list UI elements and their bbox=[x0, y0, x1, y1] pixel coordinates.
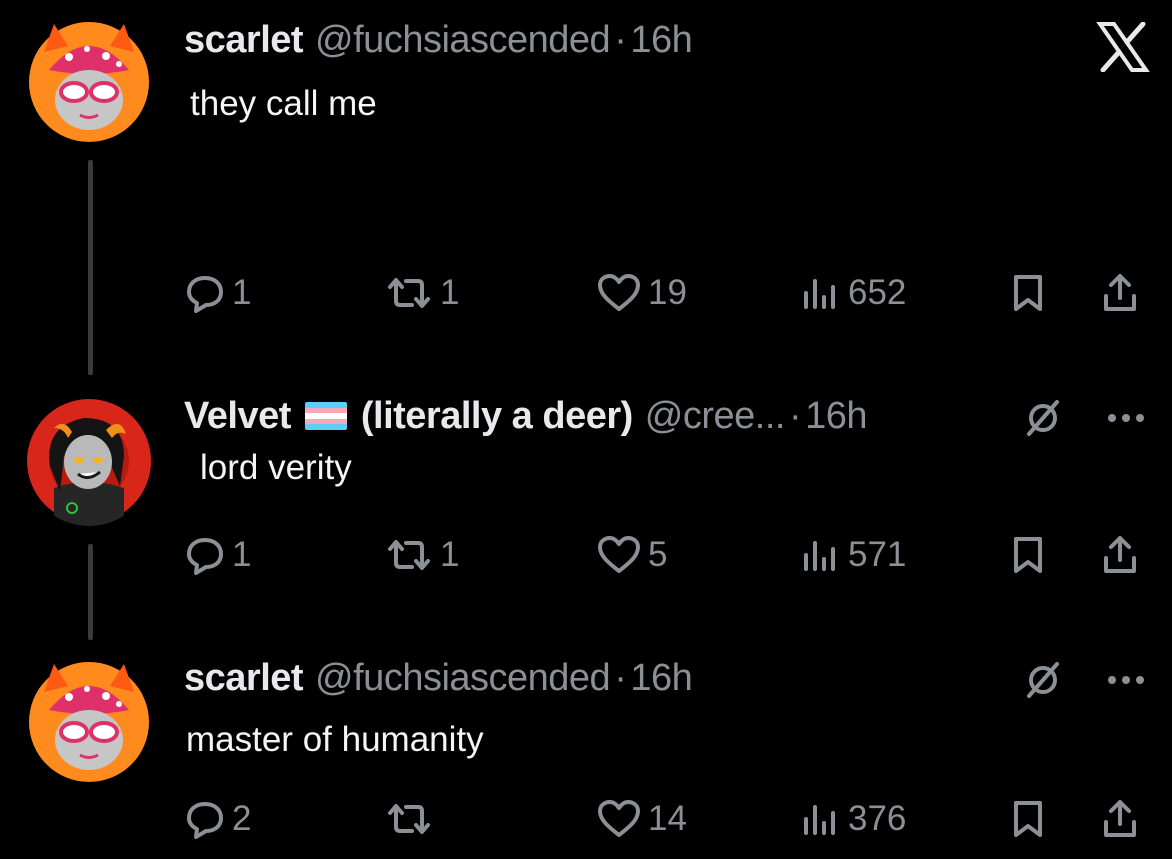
reply-icon bbox=[184, 273, 226, 313]
bookmark-button[interactable] bbox=[1010, 794, 1046, 844]
views-count: 376 bbox=[848, 799, 907, 838]
views-icon bbox=[798, 535, 842, 575]
share-button[interactable] bbox=[1100, 268, 1140, 318]
like-count: 14 bbox=[648, 799, 687, 838]
avatar[interactable] bbox=[24, 12, 154, 142]
like-button[interactable]: 14 bbox=[596, 794, 687, 844]
like-button[interactable]: 19 bbox=[596, 268, 687, 318]
views-button[interactable]: 652 bbox=[798, 268, 906, 318]
repost-count: 1 bbox=[440, 535, 460, 574]
share-icon bbox=[1100, 272, 1140, 314]
bookmark-button[interactable] bbox=[1010, 268, 1046, 318]
bookmark-icon bbox=[1010, 535, 1046, 575]
author-name[interactable]: scarlet bbox=[184, 19, 304, 62]
timestamp[interactable]: 16h bbox=[630, 657, 692, 700]
more-icon[interactable] bbox=[1104, 660, 1148, 700]
timestamp[interactable]: 16h bbox=[805, 395, 867, 438]
author-handle[interactable]: @cree... bbox=[645, 395, 786, 438]
hidden-reply-icon[interactable] bbox=[1016, 398, 1070, 438]
share-icon bbox=[1100, 534, 1140, 576]
repost-icon bbox=[384, 799, 434, 839]
repost-icon bbox=[384, 273, 434, 313]
repost-count: 1 bbox=[440, 273, 460, 312]
reply-button[interactable]: 2 bbox=[184, 794, 251, 844]
avatar[interactable] bbox=[24, 652, 154, 782]
separator-dot: · bbox=[614, 656, 627, 699]
repost-button[interactable]: 1 bbox=[384, 268, 459, 318]
thread-line bbox=[88, 160, 93, 375]
author-name-suffix[interactable]: (literally a deer) bbox=[361, 395, 633, 438]
like-count: 5 bbox=[648, 535, 668, 574]
views-count: 571 bbox=[848, 535, 907, 574]
tweet-1[interactable]: scarlet @fuchsiascended · 16h they call … bbox=[0, 0, 1172, 375]
bookmark-icon bbox=[1010, 273, 1046, 313]
bookmark-icon bbox=[1010, 799, 1046, 839]
tweet-header: Velvet (literally a deer) @cree... · 16h bbox=[184, 392, 868, 440]
repost-button[interactable] bbox=[384, 794, 440, 844]
reply-count: 2 bbox=[232, 799, 252, 838]
action-bar: 2 14 376 bbox=[184, 794, 1144, 844]
separator-dot: · bbox=[614, 18, 627, 61]
separator-dot: · bbox=[788, 394, 802, 437]
reply-icon bbox=[184, 535, 226, 575]
tweet-text: lord verity bbox=[200, 448, 352, 487]
share-icon bbox=[1100, 798, 1140, 840]
timestamp[interactable]: 16h bbox=[630, 19, 692, 62]
author-name[interactable]: Velvet bbox=[184, 395, 291, 438]
views-count: 652 bbox=[848, 273, 907, 312]
tweet-header: scarlet @fuchsiascended · 16h bbox=[184, 654, 693, 702]
views-icon bbox=[798, 799, 842, 839]
like-button[interactable]: 5 bbox=[596, 530, 667, 580]
more-icon[interactable] bbox=[1104, 398, 1148, 438]
repost-button[interactable]: 1 bbox=[384, 530, 459, 580]
action-bar: 1 1 19 652 bbox=[184, 268, 1144, 318]
thread-line bbox=[88, 544, 93, 640]
heart-icon bbox=[596, 273, 642, 313]
like-count: 19 bbox=[648, 273, 687, 312]
tweet-text: master of humanity bbox=[186, 720, 484, 759]
tweet-text: they call me bbox=[190, 84, 377, 123]
reply-button[interactable]: 1 bbox=[184, 530, 251, 580]
views-button[interactable]: 571 bbox=[798, 530, 906, 580]
heart-icon bbox=[596, 535, 642, 575]
share-button[interactable] bbox=[1100, 530, 1140, 580]
reply-button[interactable]: 1 bbox=[184, 268, 251, 318]
action-bar: 1 1 5 571 bbox=[184, 530, 1144, 580]
heart-icon bbox=[596, 799, 642, 839]
repost-icon bbox=[384, 535, 434, 575]
transgender-flag-icon bbox=[304, 402, 347, 430]
tweet-header: scarlet @fuchsiascended · 16h bbox=[184, 16, 693, 64]
views-button[interactable]: 376 bbox=[798, 794, 906, 844]
avatar[interactable] bbox=[24, 396, 154, 526]
reply-count: 1 bbox=[232, 535, 252, 574]
hidden-reply-icon[interactable] bbox=[1016, 660, 1070, 700]
views-icon bbox=[798, 273, 842, 313]
tweet-2[interactable]: Velvet (literally a deer) @cree... · 16h… bbox=[0, 378, 1172, 640]
reply-count: 1 bbox=[232, 273, 252, 312]
reply-icon bbox=[184, 799, 226, 839]
bookmark-button[interactable] bbox=[1010, 530, 1046, 580]
tweet-3[interactable]: scarlet @fuchsiascended · 16h master of … bbox=[0, 640, 1172, 859]
author-handle[interactable]: @fuchsiascended bbox=[315, 19, 611, 62]
author-handle[interactable]: @fuchsiascended bbox=[315, 657, 611, 700]
share-button[interactable] bbox=[1100, 794, 1140, 844]
author-name[interactable]: scarlet bbox=[184, 657, 304, 700]
